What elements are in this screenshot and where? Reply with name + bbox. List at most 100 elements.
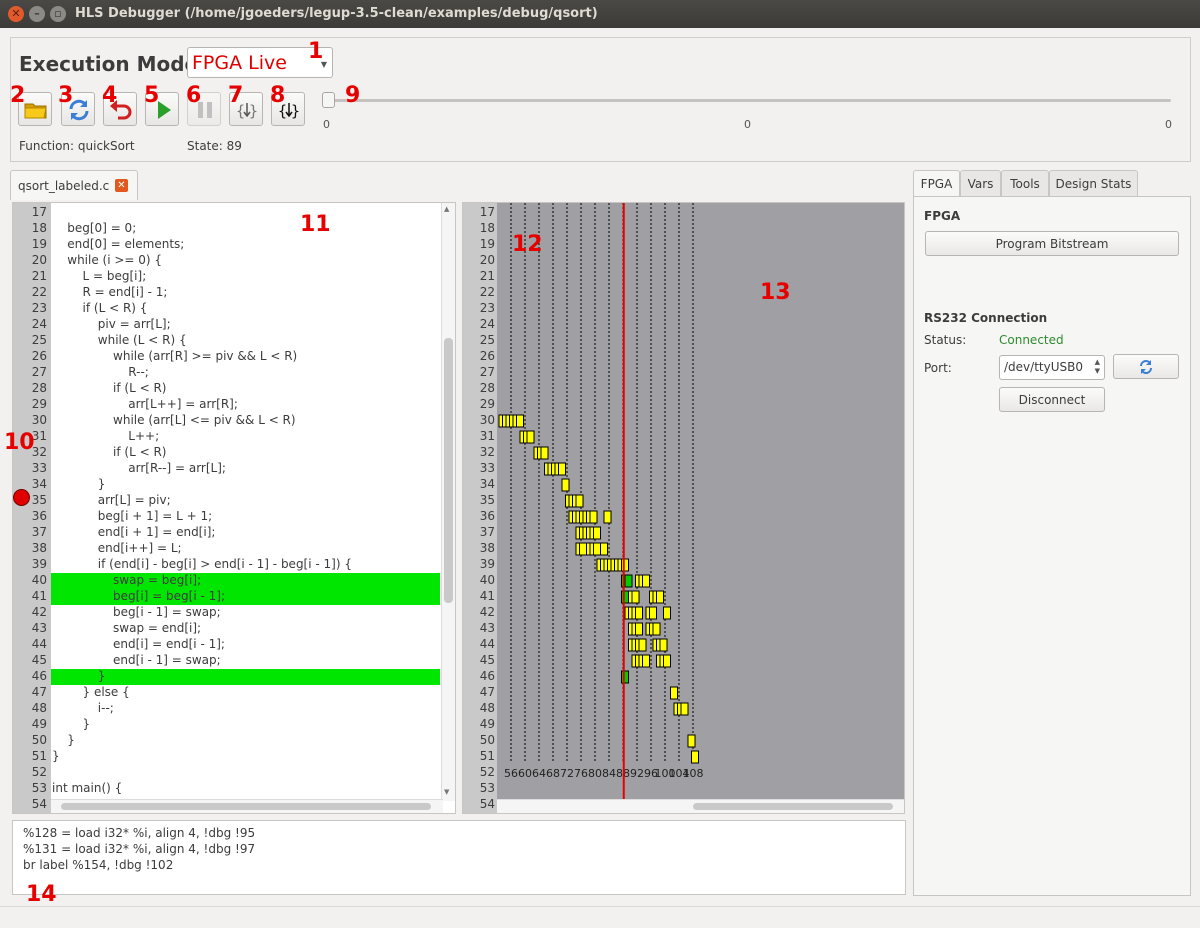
line-number[interactable]: 26 [13,349,47,363]
code-line[interactable]: if (L < R) { [51,301,440,317]
line-number[interactable]: 52 [13,765,47,779]
line-number[interactable]: 24 [13,317,47,331]
executed-block[interactable] [680,702,689,716]
executed-block[interactable] [589,510,598,524]
executed-block[interactable] [631,590,640,604]
executed-block[interactable] [526,430,535,444]
close-tab-icon[interactable]: ✕ [115,179,128,192]
executed-block[interactable] [649,606,657,620]
line-number-gutter[interactable]: 17 18 19 20 21 22 23 24 25 26 27 28 29 30 31 32 33 34 35 36… [13,203,51,813]
line-number[interactable]: 44 [13,637,47,651]
line-number[interactable]: 29 [13,397,47,411]
code-line[interactable]: if (L < R) [51,445,440,461]
schedule-viewer[interactable]: 17 18 19 20 21 22 23 24 25 26 27 28 29 30 31 32 33 34 35 36… [462,202,905,814]
code-line[interactable]: beg[i] = beg[i - 1]; [51,589,440,605]
code-vscroll-thumb[interactable] [444,338,453,603]
code-line[interactable]: R--; [51,365,440,381]
line-number[interactable]: 36 [13,509,47,523]
close-window-button[interactable]: ✕ [8,6,24,22]
code-line[interactable]: } else { [51,685,440,701]
code-line[interactable]: arr[L] = piv; [51,493,440,509]
line-number[interactable]: 43 [13,621,47,635]
code-line[interactable]: L = beg[i]; [51,269,440,285]
source-code-editor[interactable]: 17 18 19 20 21 22 23 24 25 26 27 28 29 30 31 32 33 34 35 36… [12,202,456,814]
executed-block[interactable] [642,654,650,668]
line-number[interactable]: 22 [13,285,47,299]
line-number[interactable]: 40 [13,573,47,587]
executed-block[interactable] [593,542,601,556]
line-number[interactable]: 28 [13,381,47,395]
code-line[interactable]: end[i - 1] = swap; [51,653,440,669]
line-number[interactable]: 37 [13,525,47,539]
executed-block[interactable] [635,606,643,620]
refresh-ports-button[interactable] [1113,354,1179,379]
maximize-window-button[interactable]: ▫ [50,6,66,22]
scroll-down-icon[interactable]: ▼ [444,788,453,798]
breakpoint-marker-icon[interactable] [13,489,30,506]
cycle-slider-handle[interactable] [322,92,335,108]
code-horizontal-scrollbar[interactable] [51,799,443,813]
executed-block[interactable] [516,414,524,428]
line-number[interactable]: 48 [13,701,47,715]
executed-block[interactable] [593,526,601,540]
code-line[interactable]: arr[L++] = arr[R]; [51,397,440,413]
schedule-horizontal-scrollbar[interactable] [497,799,904,813]
code-line[interactable]: swap = beg[i]; [51,573,440,589]
executed-block[interactable] [670,686,678,700]
code-line[interactable]: } [51,749,440,765]
line-number[interactable]: 23 [13,301,47,315]
line-number[interactable]: 54 [13,797,47,811]
line-number[interactable]: 27 [13,365,47,379]
code-hscroll-thumb[interactable] [61,803,431,810]
line-number[interactable]: 45 [13,653,47,667]
line-number[interactable]: 49 [13,717,47,731]
tab-design-stats[interactable]: Design Stats [1049,170,1138,197]
current-block[interactable] [621,670,629,684]
executed-block[interactable] [691,750,699,764]
line-number[interactable]: 39 [13,557,47,571]
executed-block[interactable] [621,558,629,572]
line-number[interactable]: 47 [13,685,47,699]
line-number[interactable]: 33 [13,461,47,475]
code-line[interactable]: arr[R--] = arr[L]; [51,461,440,477]
code-line[interactable]: while (L < R) { [51,333,440,349]
code-line[interactable] [51,765,440,781]
code-line[interactable]: } [51,477,440,493]
line-number[interactable]: 17 [13,205,47,219]
code-line[interactable]: end[i] = end[i - 1]; [51,637,440,653]
line-number[interactable]: 30 [13,413,47,427]
code-line[interactable]: while (i >= 0) { [51,253,440,269]
executed-block[interactable] [635,622,643,636]
tab-vars[interactable]: Vars [960,170,1001,197]
line-number[interactable]: 50 [13,733,47,747]
executed-block[interactable] [663,606,671,620]
code-line[interactable]: while (arr[L] <= piv && L < R) [51,413,440,429]
line-number[interactable]: 53 [13,781,47,795]
executed-block[interactable] [652,622,661,636]
line-number[interactable]: 38 [13,541,47,555]
tab-qsort-labeled[interactable]: qsort_labeled.c ✕ [10,170,138,200]
port-select[interactable]: /dev/ttyUSB0 ▲ ▼ [999,355,1105,380]
executed-block[interactable] [642,574,650,588]
line-number[interactable]: 21 [13,269,47,283]
code-vertical-scrollbar[interactable]: ▲ ▼ [441,203,455,801]
program-bitstream-button[interactable]: Program Bitstream [925,231,1179,256]
executed-block[interactable] [663,654,671,668]
code-line[interactable]: end[0] = elements; [51,237,440,253]
scroll-up-icon[interactable]: ▲ [444,205,453,215]
schedule-plot-area[interactable]: 5660646872768084889296100104108 [497,203,904,801]
executed-block[interactable] [561,478,570,492]
executed-block[interactable] [579,542,587,556]
executed-block[interactable] [540,446,549,460]
code-line[interactable]: L++; [51,429,440,445]
code-line[interactable] [51,205,440,221]
disconnect-button[interactable]: Disconnect [999,387,1105,412]
code-line[interactable]: if (L < R) [51,381,440,397]
cycle-slider-track[interactable] [329,99,1171,102]
tab-tools[interactable]: Tools [1001,170,1049,197]
executed-block[interactable] [558,462,566,476]
line-number[interactable]: 25 [13,333,47,347]
code-line[interactable]: end[i + 1] = end[i]; [51,525,440,541]
line-number[interactable]: 18 [13,221,47,235]
code-line[interactable]: if (end[i] - beg[i] > end[i - 1] - beg[i… [51,557,440,573]
